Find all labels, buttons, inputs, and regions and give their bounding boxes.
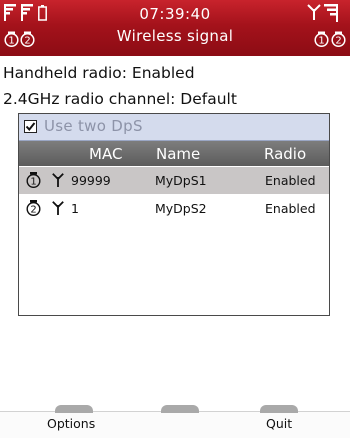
antenna-icon (52, 173, 64, 190)
table-row[interactable]: 2 1 MyDpS2 Enabled (19, 195, 329, 222)
svg-text:2: 2 (30, 205, 36, 216)
row-mac: 99999 (71, 173, 111, 188)
dps1-icon: 1 (314, 31, 329, 48)
use-two-dps-checkbox[interactable] (24, 120, 37, 133)
svg-text:1: 1 (318, 36, 324, 47)
row-mac: 1 (71, 201, 79, 216)
column-header-name: Name (156, 145, 201, 163)
menu-lines-icon (324, 4, 338, 22)
antenna-icon (52, 201, 64, 218)
column-header-radio: Radio (264, 145, 307, 163)
row-name: MyDpS1 (155, 173, 207, 188)
dps-panel: Use two DpS MAC Name Radio 1 99999 MyDpS… (18, 113, 330, 316)
table-row[interactable]: 1 99999 MyDpS1 Enabled (19, 167, 329, 194)
clock: 07:39:40 (139, 5, 211, 23)
row-radio: Enabled (265, 173, 316, 188)
softkey-left-tab[interactable] (55, 405, 93, 413)
dps2-icon: 2 (26, 199, 41, 220)
options-softkey[interactable]: Options (47, 416, 95, 431)
svg-text:2: 2 (335, 36, 341, 47)
row-name: MyDpS2 (155, 201, 207, 216)
row-radio: Enabled (265, 201, 316, 216)
use-two-dps-label: Use two DpS (44, 117, 143, 135)
quit-softkey[interactable]: Quit (266, 416, 292, 431)
antenna-icon (307, 4, 321, 20)
dps2-icon: 2 (331, 31, 346, 48)
softkey-middle-tab[interactable] (161, 405, 199, 413)
dps1-icon: 1 (26, 171, 41, 192)
handheld-radio-status: Handheld radio: Enabled (3, 64, 195, 82)
table-header: MAC Name Radio (19, 141, 329, 166)
column-header-mac: MAC (89, 145, 123, 163)
title-bar: 1 2 07:39:40 Wireless signal 1 2 (0, 0, 350, 56)
page-title: Wireless signal (116, 27, 234, 45)
softkey-right-tab[interactable] (260, 405, 298, 413)
use-two-dps-option[interactable]: Use two DpS (19, 114, 329, 141)
radio-channel-status: 2.4GHz radio channel: Default (3, 90, 237, 108)
svg-text:1: 1 (30, 177, 36, 188)
